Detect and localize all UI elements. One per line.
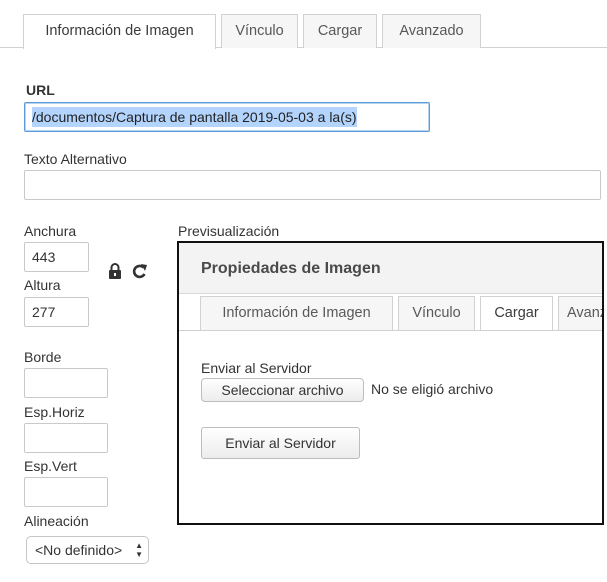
- alignment-value: <No definido>: [35, 542, 123, 558]
- send-to-server-button: Enviar al Servidor: [201, 427, 360, 459]
- width-input[interactable]: 443: [24, 242, 89, 272]
- tab-advanced[interactable]: Avanzado: [382, 14, 481, 48]
- url-value: /documentos/Captura de pantalla 2019-05-…: [32, 107, 357, 127]
- tab-image-info[interactable]: Información de Imagen: [23, 14, 216, 49]
- url-input[interactable]: /documentos/Captura de pantalla 2019-05-…: [24, 102, 430, 132]
- preview-tab-image-info: Información de Imagen: [200, 296, 393, 330]
- tab-bar: Información de Imagen Vínculo Cargar Ava…: [0, 0, 607, 49]
- preview-tab-divider: [179, 330, 602, 331]
- tab-upload[interactable]: Cargar: [303, 14, 377, 48]
- hspace-label: Esp.Horiz: [24, 404, 85, 420]
- alt-text-input[interactable]: [24, 170, 601, 200]
- border-label: Borde: [24, 349, 62, 365]
- width-label: Anchura: [24, 223, 77, 239]
- preview-tab-upload: Cargar: [480, 296, 553, 331]
- vspace-label: Esp.Vert: [24, 458, 77, 474]
- reset-size-icon[interactable]: [132, 263, 148, 280]
- preview-dialog-title: Propiedades de Imagen: [179, 243, 602, 294]
- height-input[interactable]: 277: [24, 297, 89, 327]
- alignment-label: Alineación: [24, 513, 89, 529]
- no-file-text: No se eligió archivo: [371, 381, 494, 397]
- preview-send-label: Enviar al Servidor: [201, 360, 312, 376]
- preview-area: Propiedades de Imagen Información de Ima…: [177, 241, 604, 525]
- tab-link[interactable]: Vínculo: [221, 14, 298, 48]
- border-input[interactable]: [24, 368, 108, 398]
- height-label: Altura: [24, 277, 61, 293]
- preview-tab-advanced: Avanzado: [558, 296, 602, 330]
- hspace-input[interactable]: [24, 423, 108, 453]
- lock-icon[interactable]: [108, 263, 122, 280]
- select-arrows-icon: ▲ ▼: [135, 541, 143, 559]
- alignment-select[interactable]: <No definido> ▲ ▼: [26, 536, 149, 564]
- url-label: URL: [26, 82, 55, 98]
- preview-label: Previsualización: [178, 223, 280, 239]
- choose-file-button: Seleccionar archivo: [201, 378, 364, 402]
- vspace-input[interactable]: [24, 477, 108, 507]
- preview-tab-link: Vínculo: [398, 296, 475, 330]
- alt-text-label: Texto Alternativo: [24, 151, 127, 167]
